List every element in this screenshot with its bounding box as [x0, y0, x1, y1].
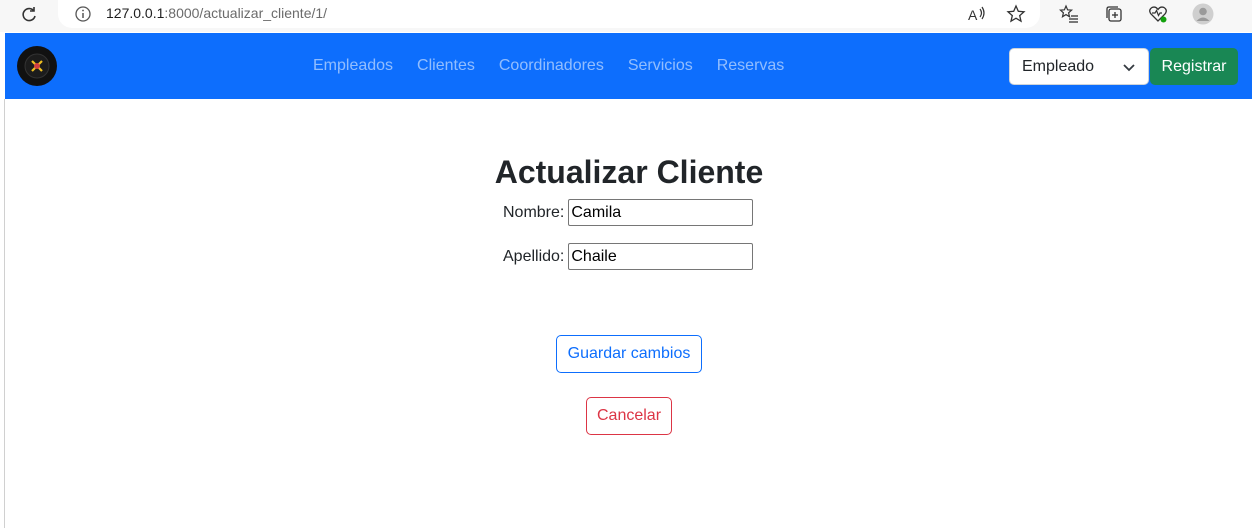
nombre-label: Nombre: [503, 203, 565, 221]
apellido-input[interactable] [568, 243, 754, 270]
register-button[interactable]: Registrar [1150, 48, 1238, 85]
health-icon[interactable] [1147, 3, 1169, 25]
main-navbar: Empleados Clientes Coordinadores Servici… [5, 33, 1252, 99]
save-changes-button[interactable]: Guardar cambios [556, 335, 702, 373]
role-select[interactable]: Empleado [1009, 48, 1149, 85]
url-host: 127.0.0.1 [106, 5, 165, 21]
chevron-down-icon [1122, 60, 1136, 74]
svg-text:A: A [968, 7, 978, 23]
browser-toolbar: 127.0.0.1:8000/actualizar_cliente/1/ A [0, 0, 1252, 32]
url-path: :8000/actualizar_cliente/1/ [164, 5, 328, 21]
role-select-value: Empleado [1022, 57, 1095, 75]
collections-icon[interactable] [1103, 3, 1125, 25]
nombre-row: Nombre: [503, 199, 754, 226]
favorites-list-icon[interactable] [1058, 3, 1080, 25]
apellido-row: Apellido: [503, 243, 754, 270]
nav-link-servicios[interactable]: Servicios [616, 57, 705, 75]
info-icon[interactable] [74, 5, 92, 23]
nav-link-reservas[interactable]: Reservas [705, 57, 797, 75]
nombre-input[interactable] [568, 199, 754, 226]
profile-avatar-icon[interactable] [1192, 3, 1214, 25]
cancel-button[interactable]: Cancelar [586, 397, 672, 435]
nav-link-empleados[interactable]: Empleados [301, 57, 405, 75]
favorite-star-icon[interactable] [1005, 3, 1027, 25]
address-url[interactable]: 127.0.0.1:8000/actualizar_cliente/1/ [106, 5, 327, 21]
apellido-label: Apellido: [503, 247, 565, 265]
read-aloud-icon[interactable]: A [966, 3, 988, 25]
nav-link-clientes[interactable]: Clientes [405, 57, 487, 75]
nav-link-coordinadores[interactable]: Coordinadores [487, 57, 616, 75]
page-title: Actualizar Cliente [494, 154, 764, 190]
brand-logo-icon[interactable] [17, 46, 57, 86]
reload-icon[interactable] [18, 4, 40, 26]
nav-links: Empleados Clientes Coordinadores Servici… [301, 33, 796, 99]
